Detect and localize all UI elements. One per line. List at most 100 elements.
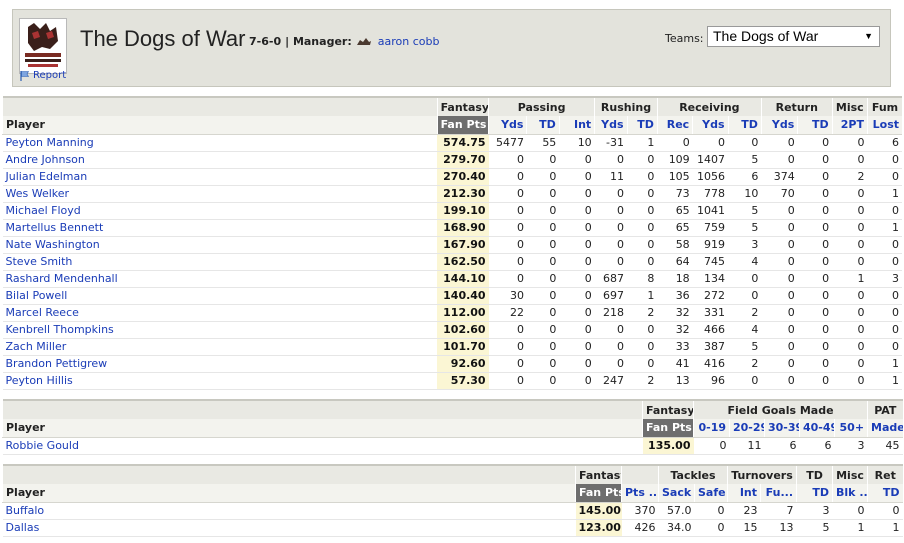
stat-cell: 1	[832, 519, 868, 537]
stat-column-header[interactable]: Fu...	[759, 484, 797, 503]
player-name-link[interactable]: Bilal Powell	[2, 287, 438, 305]
player-name-link[interactable]: Martellus Bennett	[2, 219, 438, 237]
player-name-link[interactable]: Zach Miller	[2, 338, 438, 356]
player-name-link[interactable]: Michael Floyd	[2, 202, 438, 220]
stat-column-header[interactable]: 20-29	[729, 419, 765, 438]
stat-column-header[interactable]: Pts ...	[621, 484, 659, 503]
stat-cell: 0	[694, 519, 728, 537]
player-name-link[interactable]: Rashard Mendenhall	[2, 270, 438, 288]
stat-column-header[interactable]: TD	[797, 116, 833, 135]
stat-cell: 697	[594, 287, 628, 305]
stat-cell: 0	[867, 304, 902, 322]
stat-cell: 0	[559, 236, 595, 254]
stat-cell: 0	[627, 168, 658, 186]
fan-pts-cell: 140.40	[437, 287, 489, 305]
stat-cell: 387	[692, 338, 729, 356]
player-row: Julian Edelman 270.40 0 0 0 11 0 105 1056 6 374 0 2 0	[2, 168, 902, 186]
stat-column-header[interactable]: 30-39	[764, 419, 800, 438]
stat-column-header[interactable]: Blk ...	[832, 484, 868, 503]
stat-cell: 0	[526, 202, 560, 220]
stat-cell: 11	[729, 437, 765, 455]
manager-icon	[356, 37, 371, 45]
stat-column-header[interactable]: Int	[727, 484, 761, 503]
stat-cell: 0	[797, 253, 833, 271]
fan-pts-column-header[interactable]: Fan Pts	[575, 484, 622, 503]
stat-column-header[interactable]: TD	[727, 116, 762, 135]
stat-cell: 0	[761, 134, 798, 152]
player-name-link[interactable]: Wes Welker	[2, 185, 438, 203]
stat-cell: 0	[559, 355, 595, 373]
stat-column-header[interactable]: 50+	[833, 419, 868, 438]
stat-column-header[interactable]: Yds	[760, 116, 798, 135]
stat-cell: 30	[488, 287, 527, 305]
stat-cell: 0	[559, 270, 595, 288]
stat-cell: 0	[488, 372, 527, 390]
stat-column-header[interactable]: TD	[526, 116, 560, 135]
team-title: The Dogs of War	[80, 26, 246, 51]
stat-cell: 272	[692, 287, 729, 305]
player-name-link[interactable]: Dallas	[2, 519, 576, 537]
stat-cell: 0	[559, 185, 595, 203]
stat-column-header[interactable]: Made	[867, 419, 903, 438]
stat-column-header[interactable]: Yds	[594, 116, 628, 135]
stat-column-header[interactable]: 2PT	[831, 116, 868, 135]
stat-column-header[interactable]: Rec	[656, 116, 693, 135]
stat-cell: 0	[594, 202, 628, 220]
dropdown-arrow-icon: ▼	[864, 31, 873, 41]
player-name-link[interactable]: Julian Edelman	[2, 168, 438, 186]
stat-cell: 0	[832, 355, 868, 373]
player-name-link[interactable]: Robbie Gould	[2, 437, 643, 455]
stat-column-header[interactable]: Sack	[658, 484, 695, 503]
fan-pts-column-header[interactable]: Fan Pts	[642, 419, 694, 438]
stat-cell: 0	[761, 372, 798, 390]
stat-cell: 0	[526, 236, 560, 254]
player-row: Bilal Powell 140.40 30 0 0 697 1 36 272 0 0 0 0 0	[2, 287, 902, 305]
stat-cell: 64	[657, 253, 693, 271]
player-name-link[interactable]: Steve Smith	[2, 253, 438, 271]
stat-cell: 0	[559, 372, 595, 390]
report-link[interactable]: Report	[19, 70, 66, 81]
stat-cell: 0	[761, 253, 798, 271]
teams-select[interactable]: The Dogs of War ▼	[707, 26, 880, 47]
stat-column-header[interactable]: TD	[796, 484, 833, 503]
stat-column-header[interactable]: TD	[626, 116, 658, 135]
stat-column-header[interactable]: 0-19	[693, 419, 730, 438]
stat-cell: 2	[627, 304, 658, 322]
player-name-link[interactable]: Kenbrell Thompkins	[2, 321, 438, 339]
stat-cell: 2	[627, 372, 658, 390]
player-name-link[interactable]: Marcel Reece	[2, 304, 438, 322]
stat-cell: 2	[728, 304, 762, 322]
fan-pts-column-header[interactable]: Fan Pts	[436, 116, 489, 135]
group-misc: Misc	[831, 96, 868, 116]
stat-column-header[interactable]: Yds	[488, 116, 527, 135]
stat-column-header[interactable]: Lost	[867, 116, 902, 135]
team-logo	[19, 18, 67, 74]
player-name-link[interactable]: Peyton Hillis	[2, 372, 438, 390]
stat-cell: 41	[657, 355, 693, 373]
stat-cell: 0	[488, 236, 527, 254]
stat-cell: 3	[728, 236, 762, 254]
player-name-link[interactable]: Buffalo	[2, 502, 576, 520]
group-fantasy: Fantasy	[575, 464, 622, 484]
stat-column-header[interactable]: Safe	[694, 484, 728, 503]
stat-cell: 687	[594, 270, 628, 288]
stat-cell: 0	[488, 338, 527, 356]
player-name-link[interactable]: Peyton Manning	[2, 134, 438, 152]
stat-cell: 0	[594, 355, 628, 373]
stat-column-header[interactable]: TD	[867, 484, 903, 503]
stat-cell: 466	[692, 321, 729, 339]
stat-cell: 0	[559, 202, 595, 220]
player-name-link[interactable]: Andre Johnson	[2, 151, 438, 169]
player-name-link[interactable]: Nate Washington	[2, 236, 438, 254]
stat-cell: 0	[832, 372, 868, 390]
stat-column-header[interactable]: 40-49	[799, 419, 835, 438]
manager-label: | Manager:	[285, 35, 352, 48]
stat-column-header[interactable]: Int	[558, 116, 595, 135]
stat-column-header[interactable]: Yds	[692, 116, 729, 135]
stat-cell: 109	[657, 151, 693, 169]
stat-cell: 0	[832, 338, 868, 356]
stat-cell: 0	[832, 502, 868, 520]
player-name-link[interactable]: Brandon Pettigrew	[2, 355, 438, 373]
manager-name-link[interactable]: aaron cobb	[378, 35, 440, 48]
stat-cell: 374	[761, 168, 798, 186]
